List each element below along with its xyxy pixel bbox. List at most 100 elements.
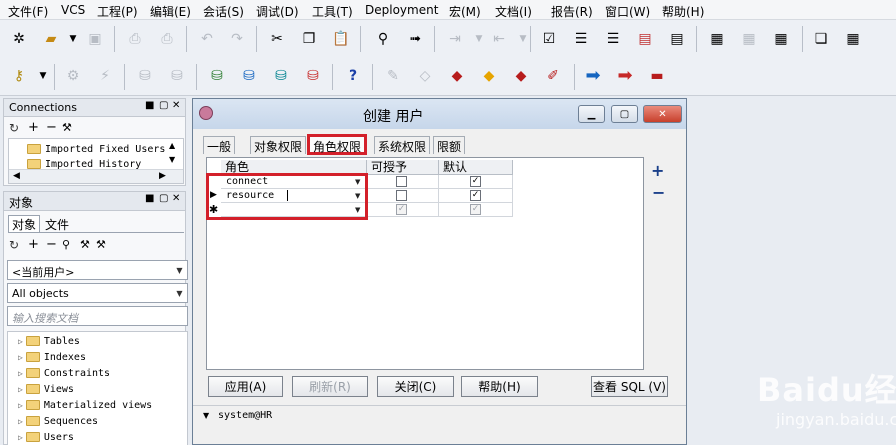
horizontal-scrollbar[interactable]: ◀ ▶: [9, 169, 183, 183]
pin-icon[interactable]: ■: [145, 193, 154, 204]
tree-item-constraints[interactable]: ▷ Constraints: [18, 365, 110, 381]
paste-icon[interactable]: 📋: [330, 28, 352, 50]
terminal-run-icon[interactable]: ▦: [738, 28, 760, 50]
column-header-default[interactable]: 默认: [439, 160, 513, 175]
float-icon[interactable]: ▢: [159, 193, 168, 204]
expand-icon[interactable]: ▷: [18, 401, 23, 410]
remove-icon[interactable]: −: [46, 120, 57, 135]
tab-files[interactable]: 文件: [42, 216, 72, 233]
db-log-icon[interactable]: ⛁: [302, 65, 324, 87]
print-preview-icon[interactable]: ⎙: [156, 28, 178, 50]
refresh-icon[interactable]: ↻: [9, 121, 19, 135]
expand-icon[interactable]: ▷: [18, 353, 23, 362]
tab-general[interactable]: 一般: [203, 136, 236, 154]
checklist-icon[interactable]: ☑: [538, 28, 560, 50]
tree-item[interactable]: Imported Fixed Users: [27, 141, 165, 157]
menu-vcs[interactable]: VCS: [61, 3, 85, 17]
grantable-checkbox[interactable]: [396, 176, 407, 187]
save-icon[interactable]: ▣: [84, 28, 106, 50]
tree-item-materialized-views[interactable]: ▷ Materialized views: [18, 397, 152, 413]
gear-icon[interactable]: ⚙: [62, 65, 84, 87]
arrow-right-blue-icon[interactable]: ➡: [582, 65, 604, 87]
pin-icon[interactable]: ✎: [382, 65, 404, 87]
maximize-button[interactable]: ▢: [611, 105, 638, 123]
menu-deployment[interactable]: Deployment: [365, 3, 438, 17]
menu-tools[interactable]: 工具(T): [312, 3, 353, 20]
close-button[interactable]: ✕: [643, 105, 682, 123]
search-input[interactable]: 输入搜索文档: [7, 306, 188, 326]
indent-icon[interactable]: ⇥: [444, 28, 466, 50]
menu-macro[interactable]: 宏(M): [449, 3, 481, 20]
align-left-icon[interactable]: ☰: [570, 28, 592, 50]
find-binoculars-icon[interactable]: ⚲: [372, 28, 394, 50]
print-icon[interactable]: ⎙: [124, 28, 146, 50]
doc-import-icon[interactable]: ▤: [666, 28, 688, 50]
tab-quotas[interactable]: 限额: [433, 136, 466, 154]
add-icon[interactable]: +: [28, 120, 39, 135]
float-icon[interactable]: ▢: [159, 100, 168, 111]
undo-icon[interactable]: ↶: [196, 28, 218, 50]
menu-reports[interactable]: 报告(R): [551, 3, 593, 20]
expand-icon[interactable]: ▷: [18, 417, 23, 426]
tree-item-tables[interactable]: ▷ Tables: [18, 333, 80, 349]
refresh-button[interactable]: 刷新(R): [292, 376, 368, 397]
menu-project[interactable]: 工程(P): [97, 3, 138, 20]
status-dropdown-icon[interactable]: ▼: [203, 411, 209, 420]
pin-icon[interactable]: ■: [145, 100, 154, 111]
remove-icon[interactable]: −: [46, 237, 57, 252]
scroll-right-icon[interactable]: ▶: [159, 171, 166, 181]
tab-object-privileges[interactable]: 对象权限: [250, 136, 307, 154]
default-checkbox[interactable]: ✓: [470, 190, 481, 201]
red-cube-icon[interactable]: ◆: [446, 65, 468, 87]
refresh-icon[interactable]: ↻: [9, 238, 19, 252]
expand-icon[interactable]: ▷: [18, 369, 23, 378]
rollback-icon[interactable]: ⛁: [166, 65, 188, 87]
open-folder-icon[interactable]: ▰: [40, 28, 62, 50]
default-checkbox[interactable]: ✓: [470, 176, 481, 187]
db-explain-icon[interactable]: ⛁: [270, 65, 292, 87]
yellow-cube-icon[interactable]: ◆: [478, 65, 500, 87]
close-icon[interactable]: ✕: [172, 100, 180, 111]
tree-item-sequences[interactable]: ▷ Sequences: [18, 413, 98, 429]
open-dropdown-icon[interactable]: ▼: [62, 28, 84, 50]
commit-icon[interactable]: ⛁: [134, 65, 156, 87]
remove-row-button[interactable]: −: [652, 183, 665, 202]
grantable-checkbox[interactable]: [396, 190, 407, 201]
brush-icon[interactable]: ✐: [542, 65, 564, 87]
scroll-down-icon[interactable]: ▼: [169, 155, 175, 164]
terminal-stop-icon[interactable]: ▦: [770, 28, 792, 50]
expand-icon[interactable]: ▷: [18, 337, 23, 346]
new-icon[interactable]: ✲: [8, 28, 30, 50]
tab-system-privileges[interactable]: 系统权限: [374, 136, 431, 154]
indent-dropdown-icon[interactable]: ▼: [468, 28, 490, 50]
menu-session[interactable]: 会话(S): [203, 3, 244, 20]
tree-item-indexes[interactable]: ▷ Indexes: [18, 349, 86, 365]
find-binoculars-icon[interactable]: ⚲: [62, 238, 70, 251]
tools-icon[interactable]: ⚒: [62, 121, 72, 134]
align-right-icon[interactable]: ☰: [602, 28, 624, 50]
apply-button[interactable]: 应用(A): [208, 376, 283, 397]
terminal-icon[interactable]: ▦: [706, 28, 728, 50]
scroll-left-icon[interactable]: ◀: [13, 171, 20, 181]
key-dropdown-icon[interactable]: ▼: [32, 65, 54, 87]
doc-export-icon[interactable]: ▤: [634, 28, 656, 50]
compile-icon[interactable]: ⚡: [94, 65, 116, 87]
menu-help[interactable]: 帮助(H): [662, 3, 704, 20]
scroll-up-icon[interactable]: ▲: [169, 141, 175, 150]
tree-item-users[interactable]: ▷ Users: [18, 429, 74, 445]
minimize-button[interactable]: ▁: [578, 105, 605, 123]
tree-item-views[interactable]: ▷ Views: [18, 381, 74, 397]
redo-icon[interactable]: ↷: [226, 28, 248, 50]
cut-icon[interactable]: ✂: [266, 28, 288, 50]
menu-window[interactable]: 窗口(W): [605, 3, 650, 20]
menu-debug[interactable]: 调试(D): [256, 3, 299, 20]
object-type-select[interactable]: All objects ▼: [7, 283, 188, 303]
red-plugin-icon[interactable]: ◆: [510, 65, 532, 87]
user-select[interactable]: <当前用户> ▼: [7, 260, 188, 280]
grantable-checkbox[interactable]: ✓: [396, 204, 407, 215]
expand-icon[interactable]: ▷: [18, 385, 23, 394]
column-header-grantable[interactable]: 可授予: [367, 160, 439, 175]
tools-icon[interactable]: ⚒: [80, 238, 90, 251]
close-dialog-button[interactable]: 关闭(C): [377, 376, 454, 397]
tab-objects[interactable]: 对象: [8, 215, 41, 232]
